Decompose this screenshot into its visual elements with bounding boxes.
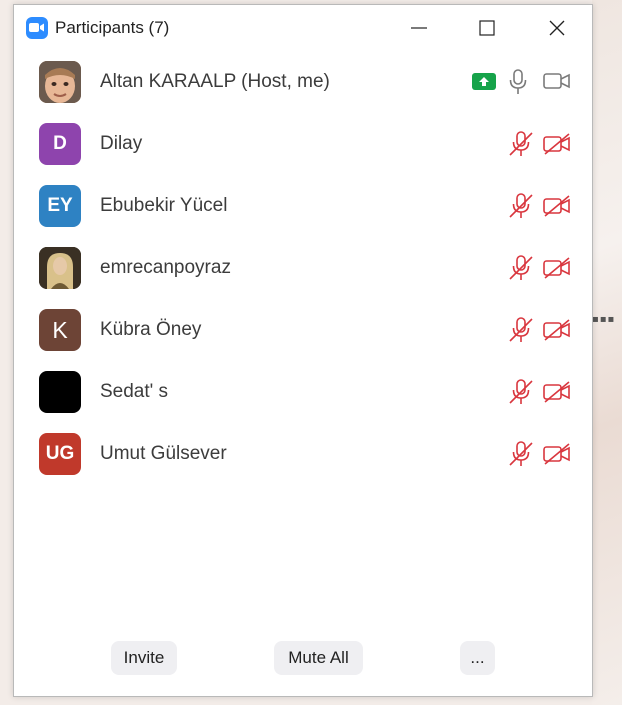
maximize-icon [479,20,495,36]
mic-muted-icon[interactable] [508,317,534,343]
invite-button[interactable]: Invite [111,641,177,675]
screen-share-badge [472,73,496,90]
desktop-background [592,0,622,705]
participant-row-emrecanpoyraz[interactable]: emrecanpoyraz [14,241,592,303]
video-stopped-icon[interactable] [543,257,571,279]
share-up-arrow-icon [479,77,489,86]
avatar: K [39,309,81,351]
video-stopped-icon[interactable] [543,133,571,155]
mic-muted-icon[interactable] [508,379,534,405]
participant-row-sedat[interactable]: Sedat' s [14,365,592,427]
participant-name: emrecanpoyraz [100,257,231,278]
mic-muted-icon[interactable] [508,255,534,281]
desktop-dots: ▪▪▪ [592,314,616,325]
participant-name: Umut Gülsever [100,443,227,464]
participant-row-dilay[interactable]: D Dilay [14,117,592,179]
participant-row-kubra[interactable]: K Kübra Öney [14,303,592,365]
window-title: Participants (7) [55,18,170,37]
avatar-photo [39,61,81,103]
avatar: EY [39,185,81,227]
video-stopped-icon[interactable] [543,381,571,403]
close-icon [549,20,565,36]
video-stopped-icon[interactable] [543,319,571,341]
video-stopped-icon[interactable] [543,195,571,217]
participant-row-umut[interactable]: UG Umut Gülsever [14,427,592,489]
mic-muted-icon[interactable] [508,441,534,467]
video-stopped-icon[interactable] [543,443,571,465]
participant-name: Sedat' s [100,381,169,402]
avatar [39,371,81,413]
avatar-photo [39,247,81,289]
zoom-app-icon [26,17,48,39]
close-button[interactable] [534,5,580,51]
title-bar[interactable]: Participants (7) [14,5,592,51]
participant-name: Ebubekir Yücel [100,195,228,216]
participant-name: Altan KARAALP (Host, me) [100,71,330,92]
mute-all-button[interactable]: Mute All [274,641,363,675]
participant-name: Dilay [100,133,143,154]
mic-muted-icon[interactable] [508,193,534,219]
participant-row-ebubekir[interactable]: EY Ebubekir Yücel [14,179,592,241]
avatar: UG [39,433,81,475]
more-options-button[interactable]: ... [460,641,495,675]
participant-name: Kübra Öney [100,319,202,340]
avatar: D [39,123,81,165]
minimize-icon [411,27,427,29]
participants-window: Participants (7) Altan KARAALP (Host, me… [13,4,593,697]
participant-list: Altan KARAALP (Host, me) D Dilay EY Ebub… [14,55,592,489]
maximize-button[interactable] [464,5,510,51]
mic-muted-icon[interactable] [508,131,534,157]
minimize-button[interactable] [396,5,442,51]
participant-row-altan[interactable]: Altan KARAALP (Host, me) [14,55,592,117]
video-camera-icon[interactable] [543,71,571,91]
microphone-icon[interactable] [508,69,528,95]
